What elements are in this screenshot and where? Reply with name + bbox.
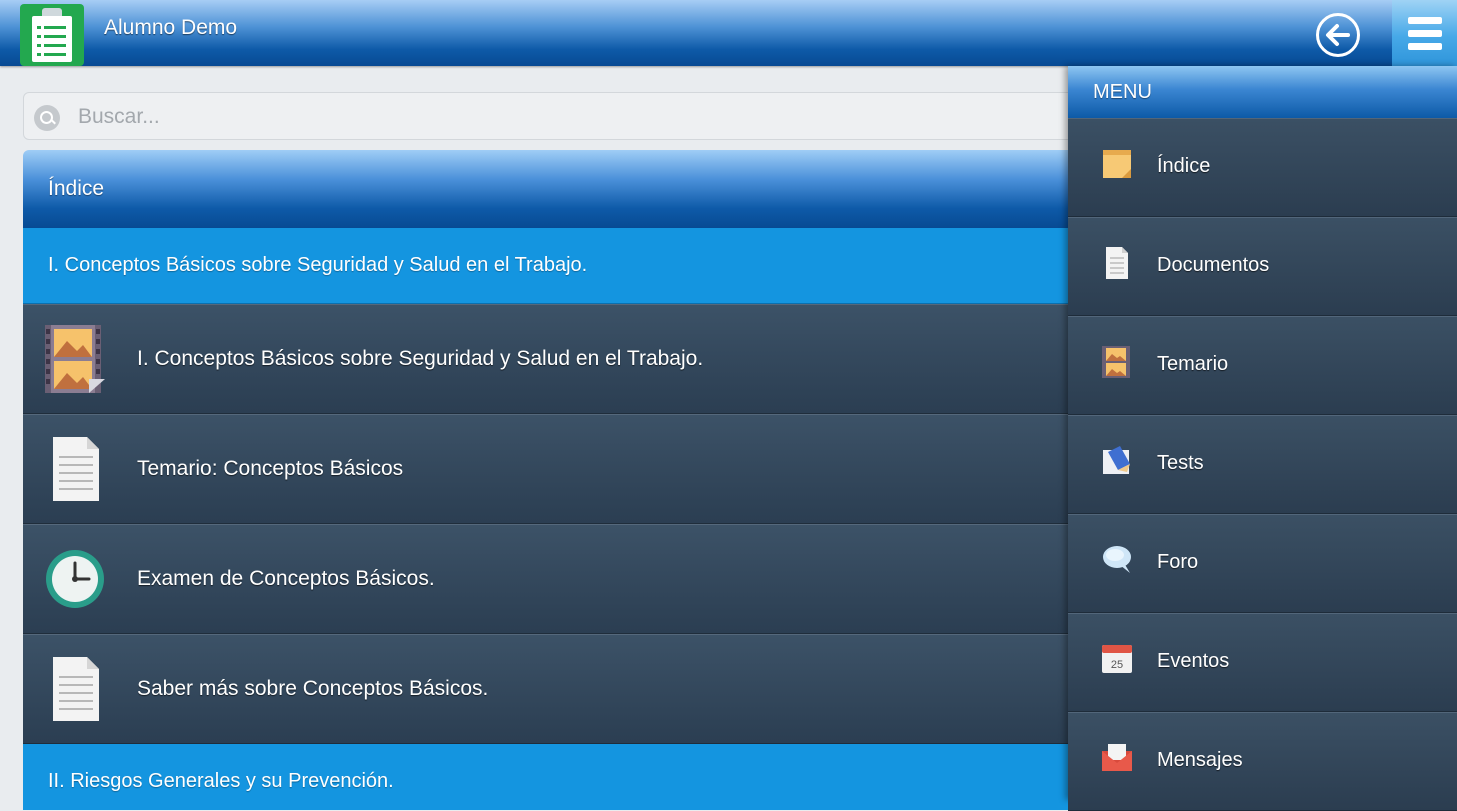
clipboard-list-icon [20, 4, 84, 66]
menu-item-temario[interactable]: Temario [1068, 316, 1457, 415]
document-icon [53, 437, 99, 501]
menu-item-label: Índice [1157, 155, 1211, 177]
clock-icon [46, 550, 104, 608]
envelope-icon [1102, 744, 1132, 771]
list-item-label: Temario: Conceptos Básicos [137, 457, 404, 480]
list-item[interactable]: Examen de Conceptos Básicos. [23, 524, 1083, 634]
section-header[interactable]: II. Riesgos Generales y su Prevención. [23, 744, 1083, 810]
menu-item-label: Tests [1157, 452, 1204, 474]
speech-bubble-icon [1103, 546, 1131, 573]
top-bar: Alumno Demo [0, 0, 1457, 66]
list-item-label: Examen de Conceptos Básicos. [137, 567, 435, 590]
index-list: Índice I. Conceptos Básicos sobre Seguri… [23, 150, 1083, 810]
menu-item-indice[interactable]: Índice [1068, 118, 1457, 217]
menu-item-foro[interactable]: Foro [1068, 514, 1457, 613]
list-item[interactable]: I. Conceptos Básicos sobre Seguridad y S… [23, 304, 1083, 414]
menu-item-eventos[interactable]: 25 Eventos [1068, 613, 1457, 712]
menu-item-label: Foro [1157, 551, 1199, 573]
document-icon [1106, 247, 1128, 279]
menu-item-label: Mensajes [1157, 749, 1243, 771]
calendar-icon: 25 [1102, 645, 1132, 673]
film-image-icon [45, 325, 105, 393]
menu-item-tests[interactable]: Tests [1068, 415, 1457, 514]
menu-title: MENU [1068, 66, 1457, 118]
side-menu: MENU Índice Documentos Temario Tests For… [1068, 66, 1457, 811]
menu-item-mensajes[interactable]: Mensajes [1068, 712, 1457, 811]
section-header[interactable]: I. Conceptos Básicos sobre Seguridad y S… [23, 228, 1083, 304]
list-item[interactable]: Saber más sobre Conceptos Básicos. [23, 634, 1083, 744]
back-button[interactable] [1316, 13, 1360, 57]
pencil-paper-icon [1103, 446, 1130, 474]
document-icon [53, 657, 99, 721]
calendar-day: 25 [1111, 659, 1123, 671]
menu-item-documentos[interactable]: Documentos [1068, 217, 1457, 316]
film-image-icon [1102, 346, 1130, 378]
menu-item-label: Temario [1157, 353, 1229, 375]
list-item-label: Saber más sobre Conceptos Básicos. [137, 677, 489, 700]
search-icon [34, 105, 60, 131]
notepad-icon [1103, 150, 1131, 178]
search-input[interactable] [76, 101, 1060, 133]
list-item-label: I. Conceptos Básicos sobre Seguridad y S… [137, 347, 704, 370]
search-bar [23, 92, 1083, 140]
menu-item-label: Eventos [1157, 650, 1230, 672]
hamburger-menu-button[interactable] [1392, 0, 1457, 66]
back-arrow-icon [1326, 24, 1350, 46]
user-name: Alumno Demo [104, 16, 238, 39]
list-title: Índice [23, 150, 1083, 228]
list-item[interactable]: Temario: Conceptos Básicos [23, 414, 1083, 524]
menu-item-label: Documentos [1157, 254, 1270, 276]
